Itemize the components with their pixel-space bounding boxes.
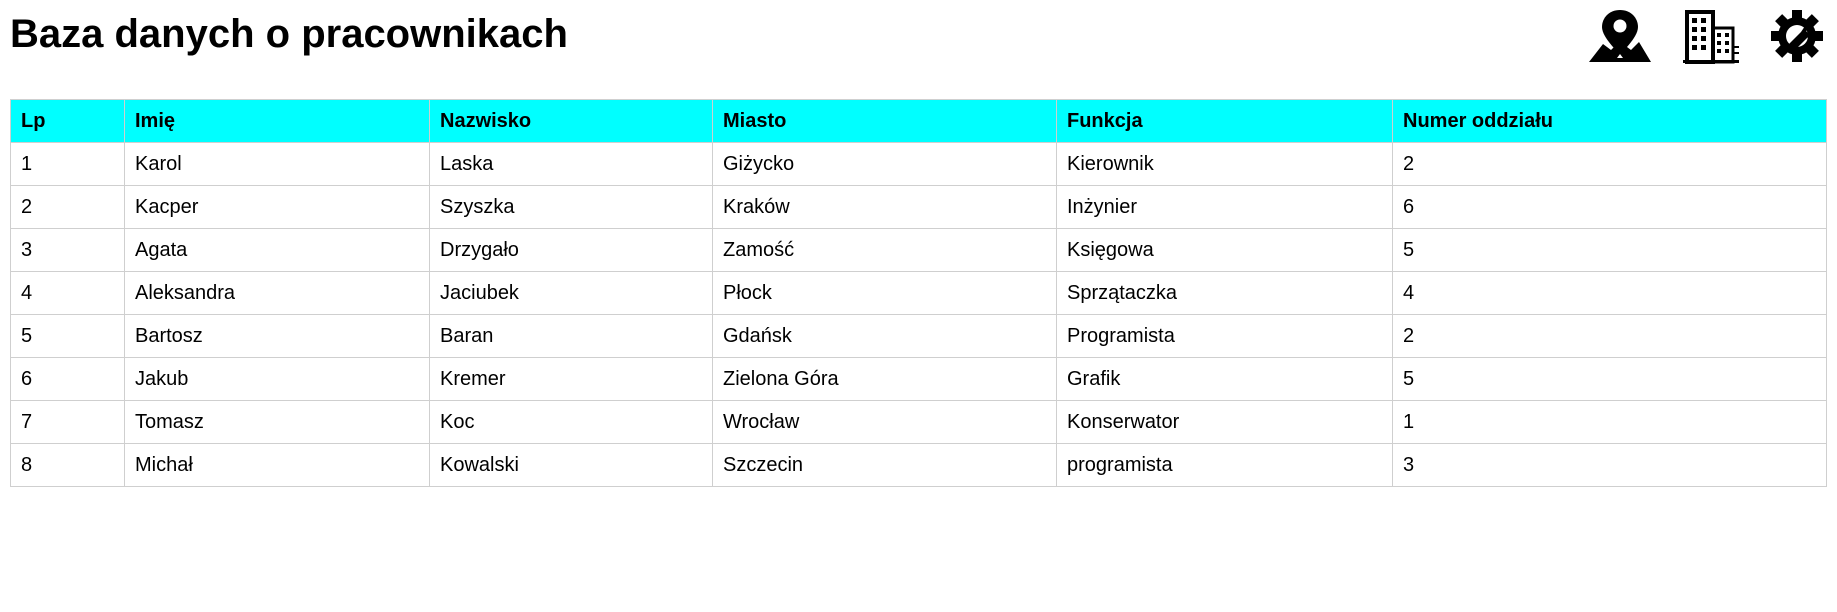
cell-numer-oddzialu: 3 <box>1392 443 1827 487</box>
table-row: 2 Kacper Szyszka Kraków Inżynier 6 <box>10 185 1827 229</box>
cell-imie: Agata <box>124 228 430 272</box>
cell-lp: 2 <box>10 185 125 229</box>
column-header-miasto: Miasto <box>712 99 1057 143</box>
cell-lp: 4 <box>10 271 125 315</box>
table-row: 5 Bartosz Baran Gdańsk Programista 2 <box>10 314 1827 358</box>
cell-funkcja: Sprzątaczka <box>1056 271 1393 315</box>
cell-imie: Jakub <box>124 357 430 401</box>
employee-table-wrapper: Lp Imię Nazwisko Miasto Funkcja Numer od… <box>10 99 1827 487</box>
cell-numer-oddzialu: 2 <box>1392 314 1827 358</box>
table-row: 1 Karol Laska Giżycko Kierownik 2 <box>10 142 1827 186</box>
table-row: 3 Agata Drzygało Zamość Księgowa 5 <box>10 228 1827 272</box>
table-row: 4 Aleksandra Jaciubek Płock Sprzątaczka … <box>10 271 1827 315</box>
cell-imie: Bartosz <box>124 314 430 358</box>
cell-funkcja: programista <box>1056 443 1393 487</box>
cell-lp: 6 <box>10 357 125 401</box>
cell-lp: 8 <box>10 443 125 487</box>
cell-imie: Michał <box>124 443 430 487</box>
table-header-row: Lp Imię Nazwisko Miasto Funkcja Numer od… <box>10 99 1827 143</box>
cell-nazwisko: Kremer <box>429 357 713 401</box>
toolbar <box>1587 8 1837 68</box>
cell-funkcja: Inżynier <box>1056 185 1393 229</box>
column-header-funkcja: Funkcja <box>1056 99 1393 143</box>
cell-nazwisko: Jaciubek <box>429 271 713 315</box>
cell-numer-oddzialu: 2 <box>1392 142 1827 186</box>
employee-table: Lp Imię Nazwisko Miasto Funkcja Numer od… <box>10 99 1827 487</box>
cell-numer-oddzialu: 4 <box>1392 271 1827 315</box>
table-row: 7 Tomasz Koc Wrocław Konserwator 1 <box>10 400 1827 444</box>
cell-imie: Tomasz <box>124 400 430 444</box>
cell-numer-oddzialu: 1 <box>1392 400 1827 444</box>
cell-funkcja: Grafik <box>1056 357 1393 401</box>
cell-funkcja: Programista <box>1056 314 1393 358</box>
cell-imie: Karol <box>124 142 430 186</box>
cell-miasto: Wrocław <box>712 400 1057 444</box>
page-title: Baza danych o pracownikach <box>10 12 568 56</box>
cell-nazwisko: Szyszka <box>429 185 713 229</box>
cell-miasto: Kraków <box>712 185 1057 229</box>
column-header-lp: Lp <box>10 99 125 143</box>
header: Baza danych o pracownikach <box>0 0 1837 80</box>
page: Baza danych o pracownikach Lp Imię Nazwi… <box>0 0 1837 612</box>
cell-nazwisko: Laska <box>429 142 713 186</box>
cell-numer-oddzialu: 5 <box>1392 357 1827 401</box>
cell-lp: 3 <box>10 228 125 272</box>
column-header-nazwisko: Nazwisko <box>429 99 713 143</box>
column-header-imie: Imię <box>124 99 430 143</box>
cell-nazwisko: Baran <box>429 314 713 358</box>
cell-funkcja: Kierownik <box>1056 142 1393 186</box>
cell-nazwisko: Kowalski <box>429 443 713 487</box>
cell-numer-oddzialu: 5 <box>1392 228 1827 272</box>
map-location-icon[interactable] <box>1587 8 1653 64</box>
cell-lp: 1 <box>10 142 125 186</box>
buildings-icon[interactable] <box>1681 8 1741 64</box>
cell-numer-oddzialu: 6 <box>1392 185 1827 229</box>
table-row: 8 Michał Kowalski Szczecin programista 3 <box>10 443 1827 487</box>
cell-nazwisko: Drzygało <box>429 228 713 272</box>
cell-lp: 7 <box>10 400 125 444</box>
cell-imie: Kacper <box>124 185 430 229</box>
cell-miasto: Szczecin <box>712 443 1057 487</box>
cell-imie: Aleksandra <box>124 271 430 315</box>
cell-funkcja: Konserwator <box>1056 400 1393 444</box>
column-header-numer-oddzialu: Numer oddziału <box>1392 99 1827 143</box>
cell-miasto: Zielona Góra <box>712 357 1057 401</box>
cell-nazwisko: Koc <box>429 400 713 444</box>
cell-miasto: Gdańsk <box>712 314 1057 358</box>
cell-miasto: Zamość <box>712 228 1057 272</box>
cell-funkcja: Księgowa <box>1056 228 1393 272</box>
settings-icon[interactable] <box>1769 8 1825 64</box>
cell-miasto: Płock <box>712 271 1057 315</box>
table-row: 6 Jakub Kremer Zielona Góra Grafik 5 <box>10 357 1827 401</box>
cell-miasto: Giżycko <box>712 142 1057 186</box>
cell-lp: 5 <box>10 314 125 358</box>
